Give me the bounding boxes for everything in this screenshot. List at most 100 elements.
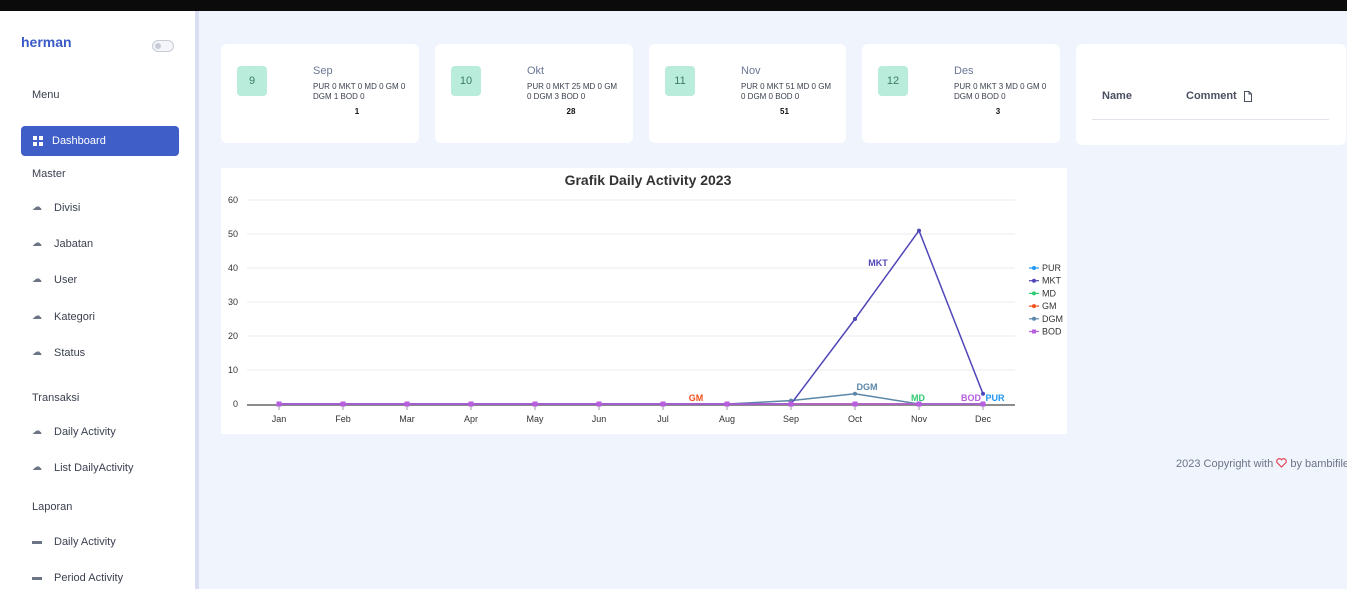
activity-chart-card: Grafik Daily Activity 2023 0 10 20 30 40 50 60 J… xyxy=(221,168,1067,434)
footer: 2023 Copyright with by bambifile xyxy=(1176,458,1347,470)
series-label-bod: BOD xyxy=(961,393,982,403)
data-point xyxy=(404,401,410,407)
table-divider xyxy=(1092,119,1329,120)
sidebar-item-label: Daily Activity xyxy=(54,426,116,438)
sidebar-item-kategori[interactable]: ☁ Kategori xyxy=(32,311,95,323)
legend-entry: MKT xyxy=(1042,276,1062,286)
month-total: 1 xyxy=(354,107,360,116)
legend-marker xyxy=(1032,329,1036,334)
series-line-mkt xyxy=(279,229,984,405)
data-point xyxy=(788,401,794,407)
sidebar-item-label: Status xyxy=(54,347,86,359)
sidebar-item-daily-activity[interactable]: ☁ Daily Activity xyxy=(32,426,116,438)
column-header-label: Comment xyxy=(1186,90,1237,102)
user-name[interactable]: herman xyxy=(21,34,72,50)
sidebar-item-user[interactable]: ☁ User xyxy=(32,274,77,286)
footer-prefix: 2023 Copyright with xyxy=(1176,458,1274,470)
cloud-upload-icon: ☁ xyxy=(32,311,42,322)
series-label-mkt: MKT xyxy=(868,258,888,268)
month-detail: PUR 0 MKT 25 MD 0 GM 0 DGM 3 BOD 0 xyxy=(527,82,618,101)
section-transaksi: Transaksi xyxy=(32,392,80,404)
x-tick-label: Mar xyxy=(399,414,415,424)
month-name: Sep xyxy=(313,65,333,77)
x-tick-label: Jan xyxy=(272,414,287,424)
section-laporan: Laporan xyxy=(32,501,73,513)
sidebar-divider xyxy=(195,11,199,589)
toggle-knob xyxy=(155,43,161,49)
section-master: Master xyxy=(32,168,66,180)
sidebar-item-list-dailyactivity[interactable]: ☁ List DailyActivity xyxy=(32,462,133,474)
data-point xyxy=(853,317,857,321)
data-point xyxy=(660,401,666,407)
column-header-name: Name xyxy=(1102,90,1132,102)
data-point xyxy=(981,391,985,396)
month-total: 51 xyxy=(780,107,789,116)
sidebar-item-label: Kategori xyxy=(54,311,95,323)
data-point xyxy=(852,401,858,407)
legend-marker xyxy=(1032,266,1036,270)
legend-marker xyxy=(1032,304,1036,309)
x-tick-label: Sep xyxy=(783,414,799,424)
legend-entry: BOD xyxy=(1042,327,1062,337)
y-tick-label: 0 xyxy=(233,399,238,409)
x-tick-label: Jun xyxy=(592,414,607,424)
theme-toggle[interactable] xyxy=(152,40,174,52)
sidebar-item-label: Jabatan xyxy=(54,238,94,250)
month-card: 11 Nov PUR 0 MKT 51 MD 0 GM 0 DGM 0 BOD … xyxy=(649,44,846,143)
series-label-pur: PUR xyxy=(985,393,1005,403)
month-number-badge: 9 xyxy=(237,66,267,96)
series-label-md: MD xyxy=(911,393,925,403)
month-detail: PUR 0 MKT 51 MD 0 GM 0 DGM 0 BOD 0 xyxy=(741,82,832,101)
briefcase-icon: ▬ xyxy=(32,572,42,583)
cloud-upload-icon: ☁ xyxy=(32,202,42,213)
comment-table: Name Comment xyxy=(1076,44,1346,145)
month-name: Okt xyxy=(527,65,545,77)
legend-entry: PUR xyxy=(1042,263,1062,273)
y-tick-label: 60 xyxy=(228,195,238,205)
y-tick-label: 50 xyxy=(228,229,238,239)
sidebar-item-period-activity[interactable]: ▬ Period Activity xyxy=(32,572,123,584)
x-tick-label: Jul xyxy=(657,414,669,424)
month-card: 10 Okt PUR 0 MKT 25 MD 0 GM 0 DGM 3 BOD … xyxy=(435,44,633,143)
sidebar-item-status[interactable]: ☁ Status xyxy=(32,347,85,359)
document-icon[interactable] xyxy=(1243,90,1253,102)
month-detail: PUR 0 MKT 0 MD 0 GM 0 DGM 1 BOD 0 xyxy=(313,82,406,101)
x-tick-label: Feb xyxy=(335,414,351,424)
section-menu: Menu xyxy=(32,89,60,101)
grid-icon xyxy=(33,136,43,146)
sidebar-item-label: User xyxy=(54,274,78,286)
heart-icon xyxy=(1276,458,1288,468)
y-tick-label: 40 xyxy=(228,263,238,273)
legend-marker xyxy=(1032,291,1036,296)
x-tick-label: Nov xyxy=(911,414,928,424)
sidebar-item-report-daily-activity[interactable]: ▬ Daily Activity xyxy=(32,536,116,548)
chart-title: Grafik Daily Activity 2023 xyxy=(565,172,732,188)
y-tick-label: 20 xyxy=(228,331,238,341)
column-header-comment: Comment xyxy=(1186,90,1253,102)
top-bar xyxy=(0,0,1347,11)
sidebar-item-dashboard[interactable]: Dashboard xyxy=(21,126,179,156)
sidebar-item-label: Daily Activity xyxy=(54,536,116,548)
sidebar-item-divisi[interactable]: ☁ Divisi xyxy=(32,202,80,214)
month-total: 28 xyxy=(566,107,576,116)
month-number-badge: 10 xyxy=(451,66,481,96)
month-name: Nov xyxy=(741,65,761,77)
footer-suffix: by bambifile xyxy=(1290,458,1347,470)
cloud-upload-icon: ☁ xyxy=(32,274,42,285)
data-point xyxy=(853,391,857,396)
sidebar-item-jabatan[interactable]: ☁ Jabatan xyxy=(32,238,93,250)
legend-marker xyxy=(1032,316,1036,321)
x-tick-label: Oct xyxy=(848,414,863,424)
series-line-dgm xyxy=(279,393,983,405)
sidebar-item-label: Dashboard xyxy=(52,135,106,147)
month-total: 3 xyxy=(995,107,1001,116)
cloud-upload-icon: ☁ xyxy=(32,238,42,249)
series-label-dgm: DGM xyxy=(857,382,878,392)
legend-marker xyxy=(1032,278,1036,283)
sidebar: herman Menu Dashboard Master ☁ Divisi ☁ Ja… xyxy=(0,11,195,589)
cloud-upload-icon: ☁ xyxy=(32,462,42,473)
x-tick-label: Apr xyxy=(464,414,478,424)
data-point xyxy=(724,401,730,407)
month-card: 12 Des PUR 0 MKT 3 MD 0 GM 0 DGM 0 BOD 0… xyxy=(862,44,1060,143)
data-point xyxy=(596,401,602,407)
